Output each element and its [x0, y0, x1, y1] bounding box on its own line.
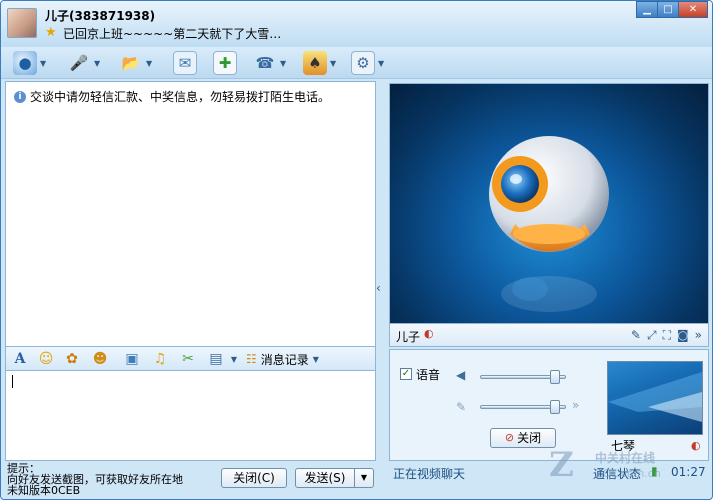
- emoticon-icon[interactable]: ☺: [36, 349, 56, 369]
- send-file-icon: 📂: [121, 54, 141, 72]
- window-controls: ▁ □ ✕: [636, 1, 708, 18]
- local-video-name: 七琴: [611, 439, 636, 453]
- microphone-icon: ✎: [456, 400, 467, 414]
- webcam-icon: ●: [13, 51, 37, 75]
- message-history-label: 消息记录: [260, 352, 309, 367]
- minimize-button[interactable]: ▁: [636, 1, 658, 18]
- comm-status-text: 通信状态: [593, 467, 642, 481]
- history-icon: ☷: [246, 352, 257, 366]
- video-chat-button[interactable]: ● ▼: [13, 50, 46, 76]
- remote-video-name: 儿子: [396, 330, 421, 344]
- close-window-button[interactable]: ✕: [678, 1, 708, 18]
- add-app-button[interactable]: ✚: [213, 50, 237, 76]
- music-icon[interactable]: ♫: [150, 349, 170, 369]
- fullscreen-icon[interactable]: ⛶: [663, 328, 671, 343]
- close-video-button[interactable]: ⊘ 关闭: [490, 428, 556, 448]
- shake-icon[interactable]: ☻: [90, 349, 110, 369]
- local-video-preview[interactable]: [607, 361, 703, 435]
- chevron-down-icon[interactable]: ▼: [94, 59, 100, 68]
- edit-icon[interactable]: ✎: [631, 328, 641, 343]
- user-status-icon: ◐: [691, 439, 701, 452]
- close-video-label: 关闭: [517, 431, 542, 445]
- remote-video-info-bar: 儿子 ◐ ✎ ⤢ ⛶ ◙ »: [389, 323, 709, 347]
- game-button[interactable]: ♠ ▼: [303, 50, 336, 76]
- text-caret: [12, 375, 13, 388]
- webcam-illustration-icon: [489, 136, 609, 312]
- message-history-area[interactable]: i 交谈中请勿轻信汇款、中奖信息，勿轻易拨打陌生电话。: [5, 81, 376, 347]
- chevron-down-icon[interactable]: ▼: [224, 349, 244, 369]
- message-input[interactable]: [5, 371, 376, 461]
- meeting-icon: ☎: [255, 54, 275, 72]
- security-notice-text: 交谈中请勿轻信汇款、中奖信息，勿轻易拨打陌生电话。: [30, 90, 331, 104]
- chevron-down-icon[interactable]: ▼: [146, 59, 152, 68]
- call-timer: 01:27: [671, 465, 706, 479]
- snapshot-icon[interactable]: ◙: [677, 328, 689, 343]
- video-status-text: 正在视频聊天: [393, 467, 466, 481]
- star-icon: ★: [45, 25, 57, 40]
- maximize-button[interactable]: □: [657, 1, 679, 18]
- chevron-left-icon[interactable]: ‹: [376, 281, 386, 295]
- video-status-bar: 正在视频聊天 通信状态 ▮ 01:27: [389, 463, 709, 481]
- message-history-button[interactable]: ☷ 消息记录 ▼: [246, 349, 319, 369]
- security-notice: i 交谈中请勿轻信汇款、中奖信息，勿轻易拨打陌生电话。: [14, 88, 330, 105]
- send-mail-button[interactable]: ✉: [173, 50, 197, 76]
- send-image-icon[interactable]: ▣: [122, 349, 142, 369]
- chevron-down-icon[interactable]: ▼: [378, 59, 384, 68]
- send-options-button[interactable]: ▼: [354, 468, 374, 488]
- stop-icon: ⊘: [504, 431, 515, 444]
- chevron-down-icon[interactable]: ▼: [330, 59, 336, 68]
- send-file-button[interactable]: 📂 ▼: [119, 50, 153, 76]
- close-chat-button[interactable]: 关闭(C): [221, 468, 287, 488]
- info-icon: i: [14, 90, 26, 103]
- local-preview-scene: [608, 372, 702, 422]
- mail-icon: ✉: [173, 51, 197, 75]
- chevron-down-icon: ▼: [312, 354, 319, 364]
- send-button[interactable]: 发送(S): [295, 468, 355, 488]
- format-toolbar: A ☺ ✿ ☻ ▣ ♫ ✂ ▤ ▼ ☷ 消息记录 ▼: [5, 347, 376, 371]
- toolbar: ● ▼ 🎤 ▼ 📂 ▼ ✉ ✚ ☎ ▼ ♠ ▼ ⚙ ▼: [1, 47, 712, 79]
- contact-signature: 已回京上班~~~~~第二天就下了大雪…: [63, 27, 282, 41]
- speaker-icon: ◀: [456, 368, 466, 382]
- video-actions: ✎ ⤢ ⛶ ◙ »: [631, 328, 702, 343]
- settings-icon: ⚙: [351, 51, 375, 75]
- chevron-down-icon[interactable]: ▼: [40, 59, 46, 68]
- signal-icon: ▮: [651, 464, 658, 478]
- game-icon: ♠: [303, 51, 327, 75]
- contact-name[interactable]: 儿子(383871938): [45, 7, 155, 24]
- double-chevron-right-icon[interactable]: »: [695, 328, 702, 343]
- voice-checkbox[interactable]: ✓: [400, 368, 412, 380]
- settings-button[interactable]: ⚙ ▼: [351, 50, 384, 76]
- more-tools-icon[interactable]: ▤: [206, 349, 226, 369]
- voice-chat-button[interactable]: 🎤 ▼: [67, 50, 101, 76]
- tip-area: 提示： 向好友发送截图，可获取好友所在地 未知版本0CEB: [7, 463, 222, 496]
- user-status-icon: ◐: [424, 327, 434, 340]
- voice-label: 语音: [416, 368, 441, 382]
- avatar[interactable]: [7, 8, 37, 38]
- magic-emoticon-icon[interactable]: ✿: [62, 349, 82, 369]
- mic-volume-thumb[interactable]: [549, 400, 560, 414]
- remote-video-view[interactable]: [389, 83, 709, 347]
- version-line: 未知版本0CEB: [7, 484, 81, 497]
- font-icon[interactable]: A: [10, 349, 30, 369]
- meeting-button[interactable]: ☎ ▼: [253, 50, 287, 76]
- chevron-down-icon[interactable]: ▼: [280, 59, 286, 68]
- title-bar: 儿子(383871938) ★ 已回京上班~~~~~第二天就下了大雪… ▁ □ …: [1, 1, 712, 47]
- screenshot-icon[interactable]: ✂: [178, 349, 198, 369]
- speaker-volume-thumb[interactable]: [549, 370, 560, 384]
- expand-icon[interactable]: ⤢: [647, 328, 657, 343]
- qq-chat-window: 儿子(383871938) ★ 已回京上班~~~~~第二天就下了大雪… ▁ □ …: [0, 0, 713, 500]
- add-app-icon: ✚: [213, 51, 237, 75]
- microphone-icon: 🎤: [69, 54, 89, 72]
- double-chevron-right-icon[interactable]: »: [572, 398, 579, 412]
